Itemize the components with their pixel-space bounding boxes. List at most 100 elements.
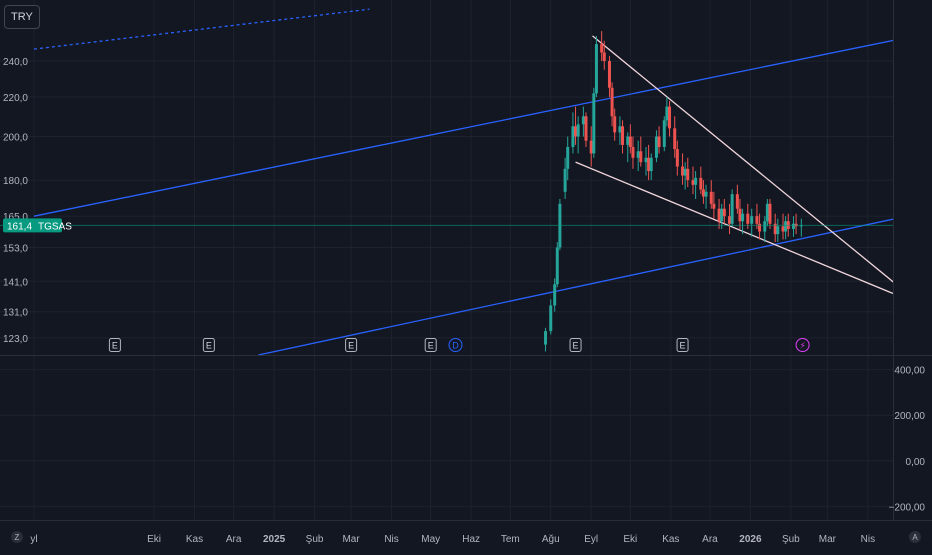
- time-tick-label: Ağu: [542, 534, 560, 545]
- candle-body: [683, 168, 687, 176]
- candle-body: [673, 128, 677, 150]
- chart-background: [0, 0, 932, 550]
- earnings-marker-label: E: [112, 341, 118, 351]
- time-tick-label: Eki: [623, 534, 637, 545]
- price-tick-label: 153,0: [3, 243, 28, 254]
- earnings-marker-label: E: [348, 341, 354, 351]
- candle-body: [765, 203, 769, 222]
- candle-body: [662, 120, 666, 148]
- candle-body: [602, 52, 606, 62]
- time-tick-label: Mar: [819, 534, 837, 545]
- candle-body: [791, 223, 795, 229]
- indicator-tick-label: 200,00: [894, 411, 925, 422]
- time-tick-label: Haz: [462, 534, 480, 545]
- candle-body: [618, 126, 622, 133]
- candle-body: [594, 44, 598, 94]
- time-tick-label: Nis: [384, 534, 398, 545]
- candle-body: [649, 157, 653, 172]
- time-tick-label: May: [421, 534, 440, 545]
- candle-body: [631, 147, 635, 158]
- candle-body: [647, 157, 651, 172]
- dividend-marker-label: D: [452, 341, 459, 351]
- candle-body: [755, 216, 759, 224]
- candle-body: [626, 136, 630, 145]
- time-tick-label: 2026: [739, 534, 762, 545]
- chart-stage[interactable]: 123,0 131,0 141,0 153,0 165,0 180,0 200,0 220,0…: [0, 0, 932, 550]
- candle-body: [563, 168, 567, 192]
- price-tag-symbol: TGSAS: [38, 221, 72, 232]
- candle-body: [628, 136, 632, 148]
- candle-body: [681, 166, 685, 176]
- time-tick-label: Ara: [226, 534, 242, 545]
- earnings-marker-label: E: [428, 341, 434, 351]
- candle-body: [701, 189, 705, 197]
- candle-body: [610, 87, 614, 117]
- time-tick-label: Tem: [501, 534, 520, 545]
- candle-body: [665, 106, 669, 121]
- time-tick-label: Kas: [662, 534, 679, 545]
- candle-body: [735, 194, 739, 209]
- candle-body: [686, 168, 690, 181]
- candle-body: [566, 147, 570, 169]
- candle-body: [694, 177, 698, 185]
- candle-body: [589, 140, 593, 154]
- candle-body: [584, 116, 588, 141]
- candle-body: [675, 149, 679, 167]
- currency-button[interactable]: TRY: [4, 5, 40, 29]
- candle-body: [709, 191, 713, 204]
- price-tick-label: 200,0: [3, 133, 28, 144]
- price-tick-label: 220,0: [3, 93, 28, 104]
- earnings-marker-label: E: [680, 341, 686, 351]
- candle-body: [746, 213, 750, 224]
- candle-body: [654, 136, 658, 158]
- candle-body: [728, 216, 732, 224]
- candle-body: [784, 221, 788, 232]
- last-price-tag: 161,4 TGSAS: [3, 218, 72, 233]
- candle-body: [722, 208, 726, 217]
- candle-body: [555, 247, 559, 285]
- time-tick-label: yl: [30, 534, 37, 545]
- candle-body: [571, 126, 575, 148]
- candle-body: [668, 106, 672, 129]
- candle-body: [763, 221, 767, 232]
- candle-body: [544, 331, 548, 345]
- price-chart[interactable]: 123,0131,0141,0153,0165,0180,0200,0220,0…: [0, 0, 932, 550]
- candle-body: [576, 124, 580, 137]
- split-marker-icon: ⚡: [799, 341, 805, 351]
- indicator-tick-label: −200,00: [889, 502, 926, 513]
- indicator-tick-label: 400,00: [894, 366, 925, 377]
- candle-body: [691, 180, 695, 185]
- candle-body: [776, 226, 780, 235]
- candle-body: [657, 136, 661, 148]
- candle-body: [768, 203, 772, 224]
- candle-body: [644, 157, 648, 163]
- candle-body: [717, 208, 721, 222]
- price-tick-label: 131,0: [3, 308, 28, 319]
- candle-body: [553, 284, 557, 306]
- candle-body: [781, 226, 785, 232]
- zoom-icon-label: Z: [15, 533, 20, 542]
- candle-body: [621, 126, 625, 145]
- candle-body: [639, 151, 643, 163]
- candle-body: [741, 213, 745, 222]
- earnings-marker-label: E: [206, 341, 212, 351]
- time-tick-label: Şub: [306, 534, 324, 545]
- price-tick-label: 180,0: [3, 176, 28, 187]
- time-tick-label: Eyl: [584, 534, 598, 545]
- time-tick-label: Ara: [702, 534, 718, 545]
- candle-body: [600, 44, 604, 53]
- candle-body: [574, 126, 578, 137]
- candle-body: [549, 305, 553, 332]
- candle-body: [636, 151, 640, 158]
- candle-body: [699, 177, 703, 190]
- candle-body: [712, 203, 716, 209]
- price-tag-value: 161,4: [7, 221, 32, 232]
- time-tick-label: Eki: [147, 534, 161, 545]
- candle-body: [750, 216, 754, 224]
- candle-body: [581, 116, 585, 125]
- candle-body: [738, 208, 742, 222]
- indicator-tick-label: 0,00: [906, 457, 926, 468]
- price-tick-label: 240,0: [3, 57, 28, 68]
- time-tick-label: Mar: [342, 534, 360, 545]
- auto-scale-icon-label: A: [912, 533, 918, 542]
